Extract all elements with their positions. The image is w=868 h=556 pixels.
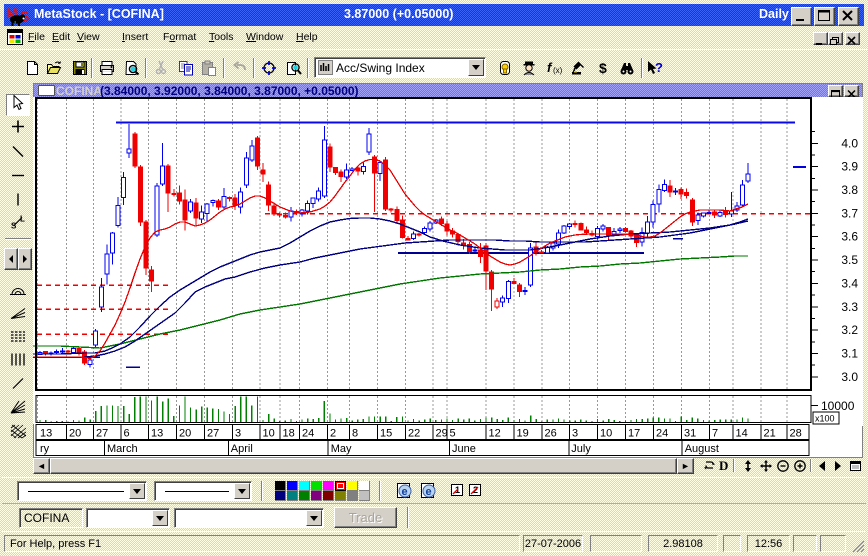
svg-text:27: 27: [207, 428, 219, 440]
svg-text:10000: 10000: [821, 399, 855, 413]
svg-text:3.9: 3.9: [841, 160, 858, 174]
svg-text:20: 20: [69, 428, 81, 440]
svg-text:x100: x100: [815, 414, 835, 424]
svg-text:L: L: [20, 215, 25, 224]
svg-text:3.3: 3.3: [841, 300, 858, 314]
svg-text:4.0: 4.0: [841, 136, 858, 150]
svg-text:(x): (x): [553, 66, 562, 75]
svg-text:3.5: 3.5: [841, 253, 858, 267]
svg-text:20: 20: [179, 428, 191, 440]
svg-text:3.7: 3.7: [841, 206, 858, 220]
svg-text:10: 10: [600, 428, 612, 440]
svg-text:26: 26: [545, 428, 557, 440]
svg-text:5: 5: [450, 428, 456, 440]
svg-text:8: 8: [352, 428, 358, 440]
svg-text:18: 18: [283, 428, 295, 440]
svg-text:14: 14: [736, 428, 748, 440]
svg-text:?: ?: [655, 60, 663, 75]
svg-text:3.4: 3.4: [841, 276, 858, 290]
svg-text:July: July: [571, 443, 591, 455]
svg-text:7: 7: [712, 428, 718, 440]
svg-text:May: May: [331, 443, 352, 455]
svg-text:3.1: 3.1: [841, 347, 858, 361]
svg-text:ry: ry: [40, 443, 50, 455]
svg-text:June: June: [452, 443, 476, 455]
svg-text:19: 19: [517, 428, 529, 440]
svg-text:31: 31: [684, 428, 696, 440]
svg-text:29: 29: [436, 428, 448, 440]
svg-text:15: 15: [380, 428, 392, 440]
svg-text:April: April: [231, 443, 253, 455]
svg-text:3.8: 3.8: [841, 183, 858, 197]
svg-text:2: 2: [330, 428, 336, 440]
svg-text:3.6: 3.6: [841, 230, 858, 244]
svg-text:e: e: [426, 486, 432, 498]
svg-text:22: 22: [408, 428, 420, 440]
svg-text:10: 10: [263, 428, 275, 440]
svg-text:13: 13: [151, 428, 163, 440]
svg-text:28: 28: [790, 428, 802, 440]
svg-text:3.2: 3.2: [841, 323, 858, 337]
svg-text:13: 13: [40, 428, 52, 440]
svg-text:March: March: [107, 443, 138, 455]
svg-text:17: 17: [628, 428, 640, 440]
svg-text:3: 3: [572, 428, 578, 440]
svg-text:3.0: 3.0: [841, 370, 858, 384]
svg-text:S: S: [11, 222, 17, 230]
svg-text:24: 24: [656, 428, 668, 440]
svg-text:e: e: [402, 486, 408, 498]
svg-text:12: 12: [489, 428, 501, 440]
svg-text:$: $: [599, 60, 607, 76]
svg-text:24: 24: [302, 428, 314, 440]
svg-text:6: 6: [124, 428, 130, 440]
svg-text:3: 3: [235, 428, 241, 440]
svg-text:21: 21: [764, 428, 776, 440]
svg-text:August: August: [685, 443, 719, 455]
svg-text:27: 27: [96, 428, 108, 440]
